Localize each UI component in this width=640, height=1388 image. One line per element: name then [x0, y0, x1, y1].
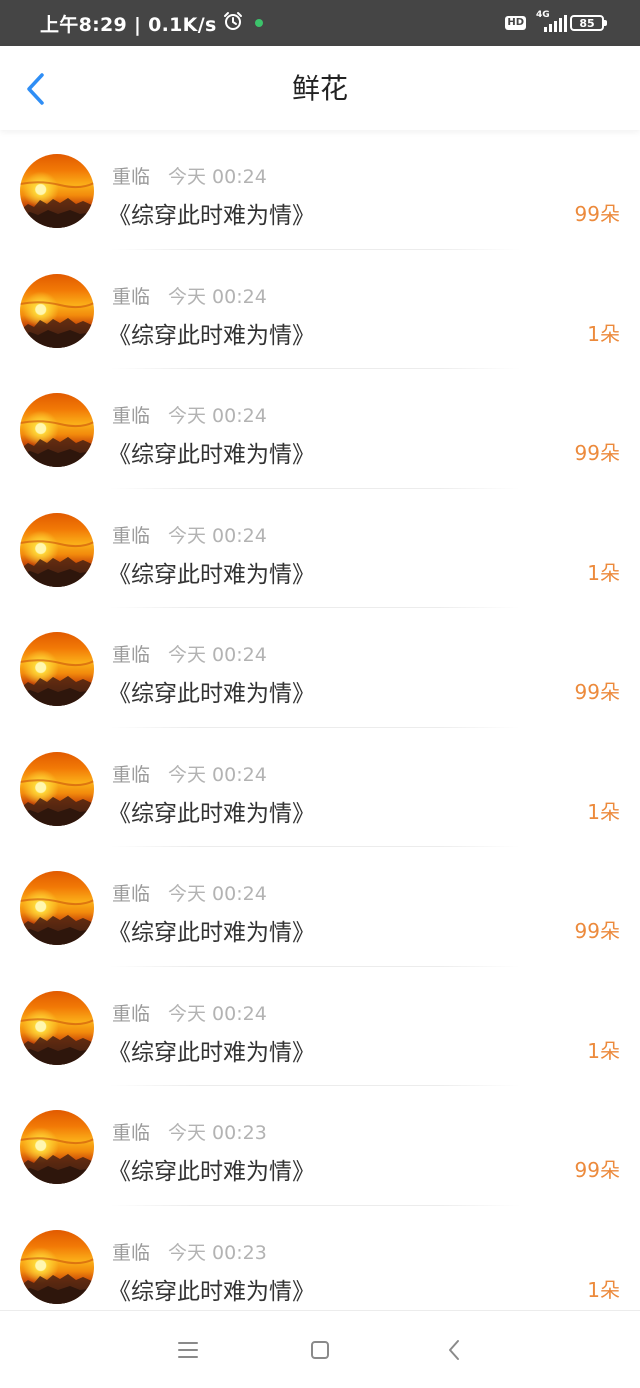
sunset-mountain-image — [20, 778, 94, 826]
triangle-back-icon — [449, 1340, 459, 1360]
book-title: 《综穿此时难为情》 — [108, 561, 315, 588]
sunset-mountain-image — [20, 1256, 94, 1304]
user-name: 重临 — [112, 763, 151, 786]
item-meta: 重临 今天 00:23 — [112, 1238, 267, 1265]
avatar[interactable] — [20, 512, 94, 587]
user-name: 重临 — [112, 524, 151, 547]
sunset-mountain-image — [20, 300, 94, 348]
item-meta: 重临 今天 00:24 — [112, 162, 267, 189]
book-title: 《综穿此时难为情》 — [108, 800, 315, 827]
item-time: 今天 00:24 — [168, 166, 267, 188]
flower-count: 1朵 — [587, 321, 620, 346]
status-time-speed: 上午8:29 | 0.1K/s — [40, 13, 217, 36]
list-item[interactable]: 重临 今天 00:24 《综穿此时难为情》 99朵 — [0, 608, 640, 728]
list-item[interactable]: 重临 今天 00:24 《综穿此时难为情》 1朵 — [0, 728, 640, 847]
item-meta: 重临 今天 00:24 — [112, 879, 267, 906]
item-time: 今天 00:24 — [168, 285, 267, 308]
book-title: 《综穿此时难为情》 — [108, 1159, 315, 1185]
item-meta: 重临 今天 00:24 — [112, 760, 267, 787]
user-name: 重临 — [112, 1241, 151, 1264]
item-time: 今天 00:24 — [168, 405, 267, 427]
list-item[interactable]: 重临 今天 00:24 《综穿此时难为情》 99朵 — [0, 847, 640, 967]
item-time: 今天 00:24 — [168, 524, 267, 547]
flower-count: 1朵 — [587, 799, 620, 824]
user-name: 重临 — [112, 405, 151, 427]
list-item[interactable]: 重临 今天 00:23 《综穿此时难为情》 99朵 — [0, 1086, 640, 1206]
book-title: 《综穿此时难为情》 — [108, 203, 315, 229]
home-nav-button[interactable] — [305, 1335, 335, 1365]
user-name: 重临 — [112, 1002, 151, 1025]
item-time: 今天 00:23 — [168, 1122, 267, 1144]
avatar[interactable] — [20, 632, 94, 706]
battery-icon: 85 — [570, 15, 607, 31]
flower-count: 99朵 — [574, 441, 620, 465]
square-home-icon — [311, 1341, 329, 1359]
sunset-mountain-image — [20, 420, 94, 467]
book-title: 《综穿此时难为情》 — [108, 1278, 315, 1305]
flower-count: 1朵 — [587, 1038, 620, 1063]
item-time: 今天 00:24 — [168, 883, 267, 905]
book-title: 《综穿此时难为情》 — [108, 1039, 315, 1066]
item-meta: 重临 今天 00:24 — [112, 401, 267, 428]
item-time: 今天 00:24 — [168, 644, 267, 666]
page-title: 鲜花 — [291, 72, 348, 105]
avatar[interactable] — [20, 273, 94, 348]
avatar[interactable] — [20, 990, 94, 1065]
user-name: 重临 — [112, 883, 151, 905]
avatar[interactable] — [20, 871, 94, 945]
list-item[interactable]: 重临 今天 00:24 《综穿此时难为情》 1朵 — [0, 967, 640, 1086]
sunset-mountain-image — [20, 1137, 94, 1184]
flower-list: 重临 今天 00:24 《综穿此时难为情》 99朵 重临 今天 00:24 《综穿此… — [0, 130, 640, 1325]
flower-count: 99朵 — [574, 1158, 620, 1182]
notification-dot-icon — [254, 19, 263, 27]
flower-count: 99朵 — [574, 680, 620, 704]
user-name: 重临 — [112, 285, 151, 308]
flower-count: 99朵 — [574, 202, 620, 226]
book-title: 《综穿此时难为情》 — [108, 442, 315, 468]
list-item[interactable]: 重临 今天 00:24 《综穿此时难为情》 99朵 — [0, 130, 640, 250]
flower-count: 1朵 — [587, 1277, 620, 1302]
back-nav-button[interactable] — [439, 1335, 469, 1365]
item-time: 今天 00:23 — [168, 1241, 267, 1264]
list-item[interactable]: 重临 今天 00:24 《综穿此时难为情》 1朵 — [0, 250, 640, 369]
item-meta: 重临 今天 00:24 — [112, 999, 267, 1026]
user-name: 重临 — [112, 1122, 151, 1144]
flower-count: 99朵 — [574, 919, 620, 943]
avatar[interactable] — [20, 1229, 94, 1304]
avatar[interactable] — [20, 393, 94, 467]
user-name: 重临 — [112, 166, 151, 188]
menu-nav-button[interactable] — [173, 1335, 203, 1365]
sunset-mountain-image — [20, 1017, 94, 1065]
book-title: 《综穿此时难为情》 — [108, 322, 315, 349]
avatar[interactable] — [20, 154, 94, 228]
item-time: 今天 00:24 — [168, 763, 267, 786]
item-time: 今天 00:24 — [168, 1002, 267, 1025]
sunset-mountain-image — [20, 539, 94, 587]
battery-level: 85 — [579, 16, 595, 30]
hd-badge: HD — [505, 16, 526, 30]
signal-icon: 4G — [534, 10, 567, 34]
book-title: 《综穿此时难为情》 — [108, 681, 315, 707]
item-meta: 重临 今天 00:24 — [112, 282, 267, 309]
book-title: 《综穿此时难为情》 — [108, 920, 315, 946]
sunset-mountain-image — [20, 898, 94, 945]
avatar[interactable] — [20, 751, 94, 826]
list-item[interactable]: 重临 今天 00:23 《综穿此时难为情》 1朵 — [0, 1206, 640, 1325]
item-meta: 重临 今天 00:24 — [112, 521, 267, 548]
item-meta: 重临 今天 00:24 — [112, 640, 267, 667]
signal-bars — [544, 15, 567, 32]
menu-icon — [178, 1342, 198, 1358]
system-nav-bar — [0, 1310, 640, 1388]
flower-count: 1朵 — [587, 560, 620, 585]
header: 鲜花 — [0, 46, 640, 130]
alarm-clock-icon — [223, 11, 243, 36]
user-name: 重临 — [112, 644, 151, 666]
item-meta: 重临 今天 00:23 — [112, 1118, 267, 1145]
avatar[interactable] — [20, 1110, 94, 1184]
sunset-mountain-image — [20, 181, 94, 228]
list-item[interactable]: 重临 今天 00:24 《综穿此时难为情》 99朵 — [0, 369, 640, 489]
list-item[interactable]: 重临 今天 00:24 《综穿此时难为情》 1朵 — [0, 489, 640, 608]
sunset-mountain-image — [20, 659, 94, 706]
